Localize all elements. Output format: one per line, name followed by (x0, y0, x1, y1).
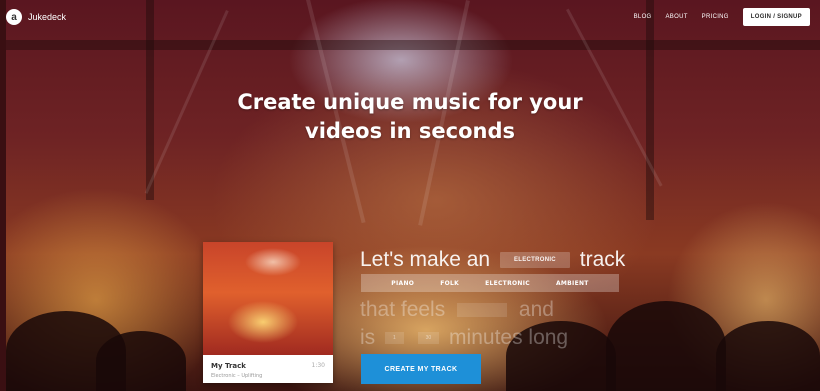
genre-option-piano[interactable]: PIANO (391, 280, 414, 287)
top-nav: BLOG ABOUT PRICING LOGIN / SIGNUP (634, 8, 810, 26)
track-card[interactable]: My Track Electronic – Uplifting 1:30 (203, 242, 333, 383)
track-subtitle: Electronic – Uplifting (211, 373, 263, 379)
jukedeck-logo-icon: a (6, 9, 22, 25)
crowd-silhouette (606, 301, 726, 391)
genre-option-ambient[interactable]: AMBIENT (556, 280, 589, 287)
track-artwork (203, 242, 333, 355)
genre-option-electronic[interactable]: ELECTRONIC (485, 280, 530, 287)
genre-option-folk[interactable]: FOLK (440, 280, 459, 287)
crowd-silhouette (96, 331, 186, 391)
genre-options-dropdown: PIANO FOLK ELECTRONIC AMBIENT (361, 274, 619, 292)
builder-suffix-text: track (579, 248, 626, 271)
nav-pricing[interactable]: PRICING (702, 14, 729, 20)
crowd-silhouette (716, 321, 820, 391)
track-title: My Track (211, 362, 246, 370)
headline-line-1: Create unique music for your (237, 90, 583, 114)
stage-truss (6, 40, 820, 50)
builder-line-2: that feels and (360, 298, 554, 322)
length-suffix-text: minutes long (449, 326, 569, 349)
mood-prefix-text: that feels (360, 298, 446, 321)
headline-line-2: videos in seconds (305, 119, 515, 143)
track-duration: 1:30 (311, 362, 325, 369)
minutes-select[interactable]: 1 (385, 332, 404, 345)
builder-line-1: Let's make an ELECTRONIC track (360, 248, 625, 272)
hero-headline: Create unique music for your videos in s… (0, 88, 820, 146)
brand[interactable]: a Jukedeck (6, 9, 66, 25)
nav-blog[interactable]: BLOG (634, 14, 652, 20)
mood-suffix-text: and (518, 298, 554, 321)
genre-select[interactable]: ELECTRONIC (499, 252, 570, 269)
create-my-track-button[interactable]: CREATE MY TRACK (361, 354, 481, 384)
builder-line-3: is 1 30 minutes long (360, 326, 568, 350)
builder-prefix-text: Let's make an (360, 248, 491, 271)
mood-select[interactable] (457, 303, 508, 318)
seconds-select[interactable]: 30 (417, 332, 440, 345)
brand-name: Jukedeck (28, 12, 67, 22)
nav-about[interactable]: ABOUT (666, 14, 688, 20)
login-signup-button[interactable]: LOGIN / SIGNUP (742, 8, 810, 26)
length-prefix-text: is (360, 326, 376, 349)
